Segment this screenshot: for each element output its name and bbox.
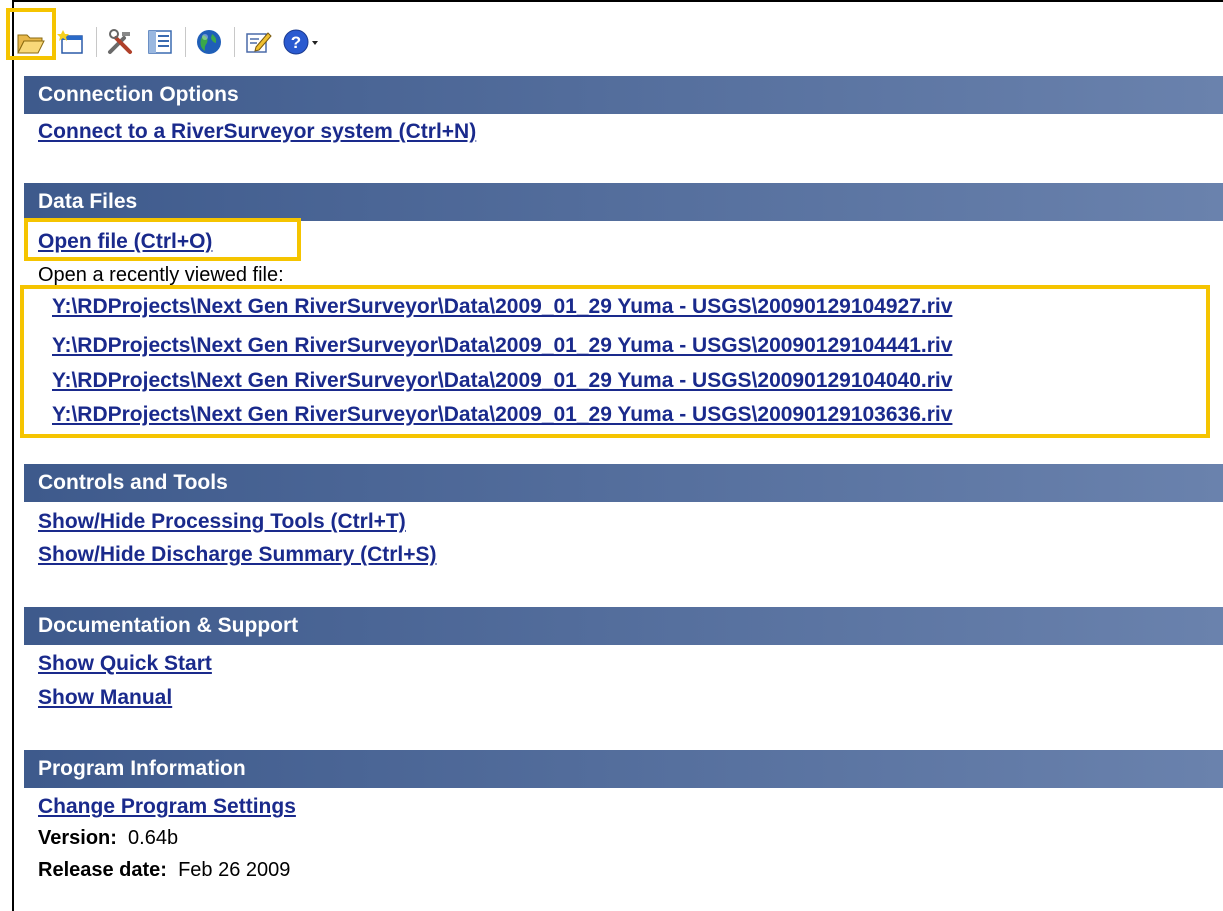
tools-icon[interactable] bbox=[103, 25, 137, 59]
release-row: Release date: Feb 26 2009 bbox=[38, 859, 290, 882]
edit-document-icon[interactable] bbox=[241, 25, 275, 59]
highlight-recent-files bbox=[20, 285, 1210, 438]
show-quick-start-link[interactable]: Show Quick Start bbox=[38, 652, 212, 676]
toolbar-separator bbox=[234, 27, 235, 57]
change-settings-link[interactable]: Change Program Settings bbox=[38, 795, 296, 819]
section-header-data-files: Data Files bbox=[24, 183, 1223, 221]
version-row: Version: 0.64b bbox=[38, 827, 178, 850]
svg-text:?: ? bbox=[291, 33, 301, 52]
show-manual-link[interactable]: Show Manual bbox=[38, 686, 172, 710]
toolbar: ? bbox=[14, 16, 329, 68]
section-header-docs: Documentation & Support bbox=[24, 607, 1223, 645]
help-icon[interactable]: ? bbox=[281, 25, 323, 59]
release-value: Feb 26 2009 bbox=[178, 859, 291, 881]
list-panel-icon[interactable] bbox=[143, 25, 177, 59]
new-window-icon[interactable] bbox=[54, 25, 88, 59]
section-header-controls: Controls and Tools bbox=[24, 464, 1223, 502]
recent-files-label: Open a recently viewed file: bbox=[38, 264, 284, 286]
toggle-processing-tools-link[interactable]: Show/Hide Processing Tools (Ctrl+T) bbox=[38, 510, 406, 534]
connect-link[interactable]: Connect to a RiverSurveyor system (Ctrl+… bbox=[38, 120, 476, 144]
version-label: Version: bbox=[38, 827, 117, 849]
highlight-open-button bbox=[6, 8, 56, 60]
globe-icon[interactable] bbox=[192, 25, 226, 59]
section-header-connection: Connection Options bbox=[24, 76, 1223, 114]
version-value: 0.64b bbox=[128, 827, 179, 849]
highlight-open-file bbox=[24, 218, 301, 261]
release-label: Release date: bbox=[38, 859, 167, 881]
toolbar-separator bbox=[96, 27, 97, 57]
toolbar-separator bbox=[185, 27, 186, 57]
section-header-program: Program Information bbox=[24, 750, 1223, 788]
toggle-discharge-summary-link[interactable]: Show/Hide Discharge Summary (Ctrl+S) bbox=[38, 543, 437, 567]
